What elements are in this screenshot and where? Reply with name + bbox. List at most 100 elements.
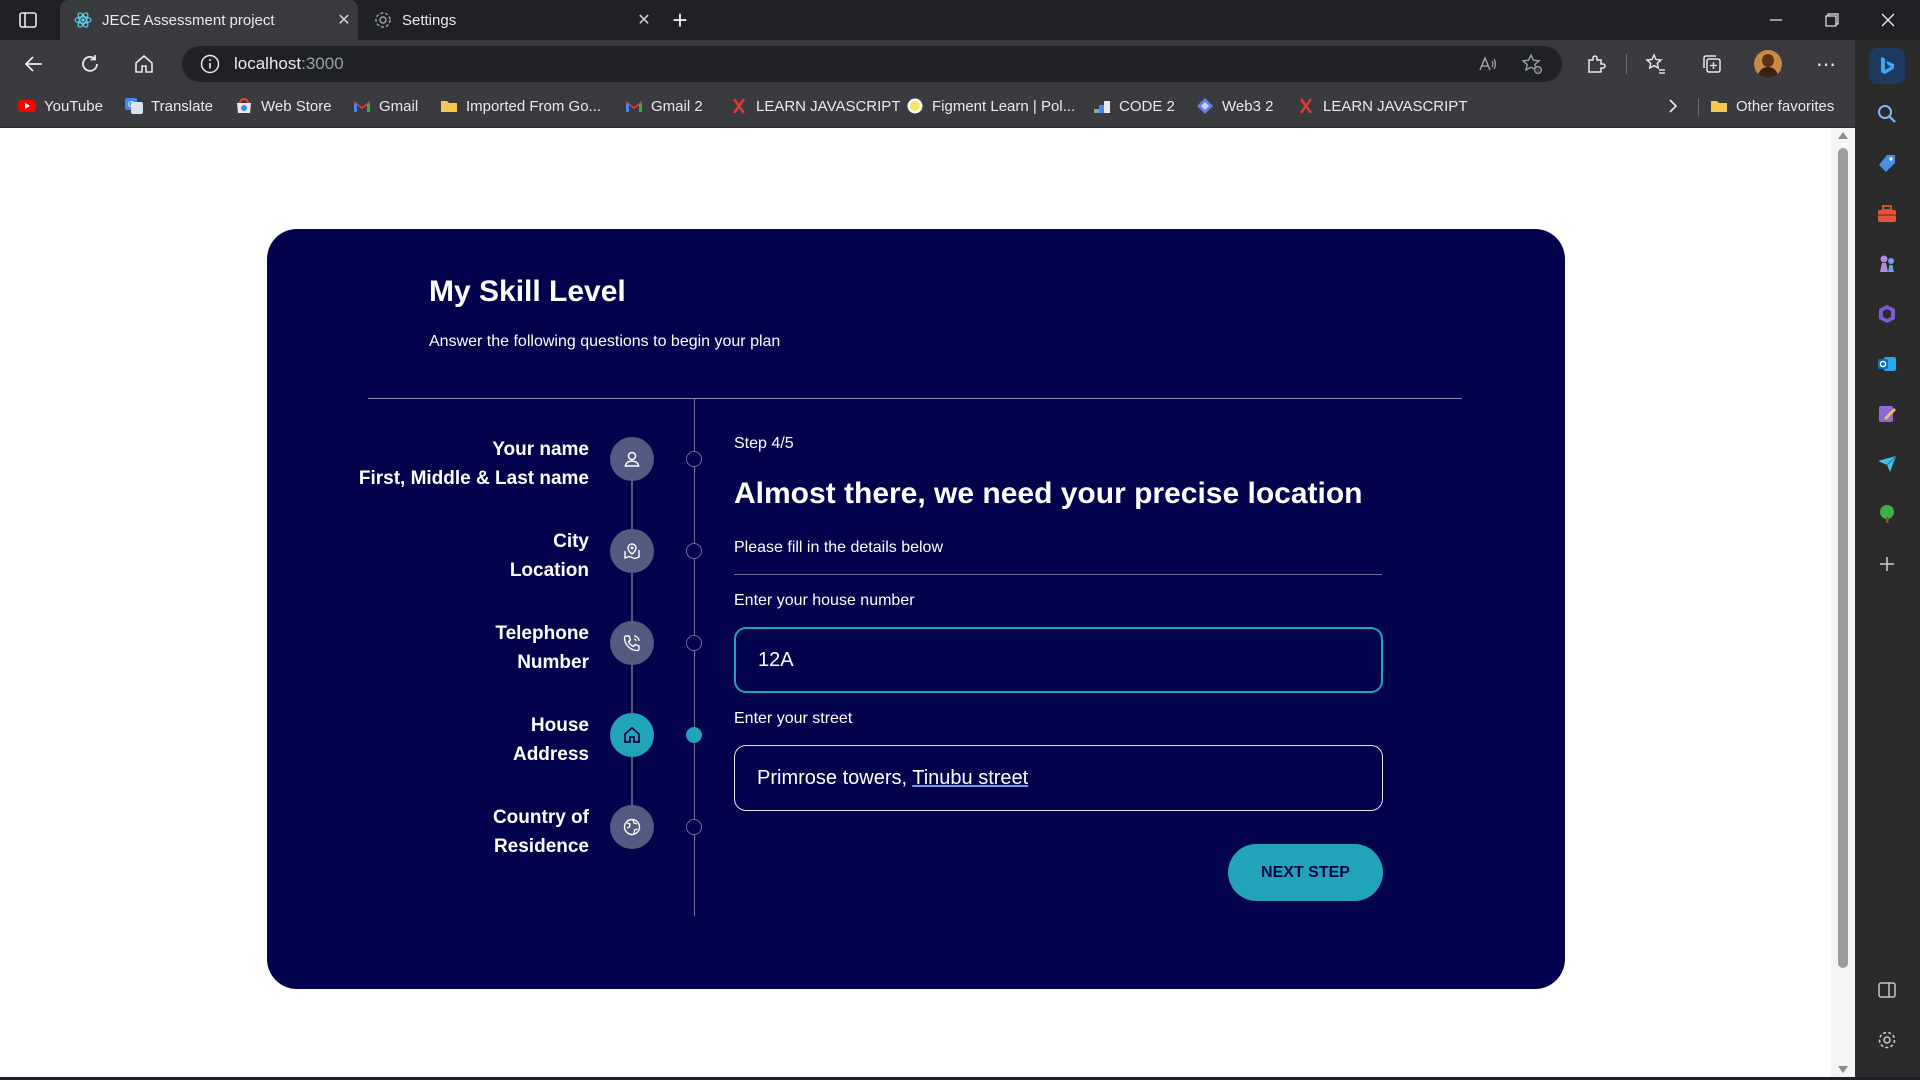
sidebar-designer-button[interactable] — [1873, 400, 1901, 428]
paper-plane-icon — [1878, 455, 1897, 472]
url-bar[interactable]: localhost:3000 — [182, 46, 1562, 82]
step-connector — [631, 757, 633, 809]
info-icon[interactable] — [200, 54, 220, 74]
favorites-bar: YouTube G Translate Web Store Gmail Impo… — [0, 88, 1855, 128]
home-button[interactable] — [128, 48, 160, 80]
sidebar-shopping-button[interactable] — [1873, 150, 1901, 178]
gmail-icon — [626, 101, 642, 112]
favorite-code-2[interactable]: CODE 2 — [1093, 88, 1175, 124]
favorite-gmail[interactable]: Gmail — [353, 88, 418, 124]
restore-icon — [1825, 13, 1839, 27]
minimize-icon — [1770, 19, 1782, 21]
folder-icon — [441, 101, 457, 112]
phone-icon — [623, 635, 640, 652]
tab-close-icon[interactable]: ✕ — [630, 10, 658, 30]
sidebar-add-button[interactable] — [1873, 550, 1901, 578]
close-icon — [1881, 13, 1895, 27]
youtube-icon — [18, 100, 36, 112]
step-connector — [631, 665, 633, 717]
bing-copilot-button[interactable] — [1869, 48, 1905, 84]
sidebar-tree-button[interactable] — [1873, 500, 1901, 528]
step-label-city: City Location — [510, 527, 589, 585]
webstore-icon — [237, 98, 251, 113]
home-icon — [135, 54, 153, 73]
restore-button[interactable] — [1804, 0, 1860, 40]
scroll-down-arrow[interactable] — [1838, 1066, 1848, 1073]
globe-icon — [623, 818, 641, 836]
home-icon — [624, 726, 640, 743]
profile-button[interactable] — [1752, 48, 1784, 80]
back-button[interactable] — [18, 48, 50, 80]
other-favorites-folder[interactable]: Other favorites — [1710, 88, 1834, 124]
sidebar-games-button[interactable] — [1873, 250, 1901, 278]
favorites-separator — [1698, 98, 1699, 116]
shopping-tag-icon — [1879, 155, 1895, 172]
scroll-thumb[interactable] — [1838, 148, 1848, 968]
sidebar-send-button[interactable] — [1873, 450, 1901, 478]
tab-actions-button[interactable] — [18, 10, 38, 30]
sidebar-search-button[interactable] — [1873, 100, 1901, 128]
favorite-web3-2[interactable]: Web3 2 — [1196, 88, 1273, 124]
favorite-translate[interactable]: G Translate — [125, 88, 213, 124]
tab-settings[interactable]: Settings ✕ — [360, 0, 658, 40]
sidebar-m365-button[interactable] — [1873, 300, 1901, 328]
sidebar-tools-button[interactable] — [1873, 200, 1901, 228]
form-divider — [734, 574, 1382, 575]
favorites-button[interactable] — [1640, 48, 1672, 80]
street-label: Enter your street — [734, 710, 853, 727]
more-menu-button[interactable]: ⋯ — [1810, 48, 1842, 80]
card-divider — [368, 398, 1462, 399]
extensions-button[interactable] — [1580, 48, 1612, 80]
favorite-learn-javascript-2[interactable]: LEARN JAVASCRIPT — [1297, 88, 1467, 124]
tab-label: JECE Assessment project — [102, 11, 275, 29]
favorite-youtube[interactable]: YouTube — [18, 88, 103, 124]
gmail-icon — [354, 101, 370, 112]
sidebar-settings-button[interactable] — [1873, 1026, 1901, 1054]
favorite-imported-folder[interactable]: Imported From Go... — [440, 88, 601, 124]
collections-button[interactable] — [1696, 48, 1728, 80]
outlook-icon — [1878, 357, 1896, 371]
toolbar-separator — [1626, 54, 1627, 74]
house-number-label: Enter your house number — [734, 592, 915, 609]
favorite-label: YouTube — [44, 97, 103, 115]
designer-icon — [1879, 406, 1896, 422]
sidebar-outlook-button[interactable] — [1873, 350, 1901, 378]
favorite-figment-learn[interactable]: Figment Learn | Pol... — [906, 88, 1075, 124]
favorite-gmail-2[interactable]: Gmail 2 — [625, 88, 703, 124]
sidebar-hide-button[interactable] — [1873, 976, 1901, 1004]
read-aloud-button[interactable] — [1472, 48, 1504, 80]
scroll-up-arrow[interactable] — [1838, 132, 1848, 139]
refresh-button[interactable] — [74, 48, 106, 80]
street-value-spellcheck: Tinubu street — [912, 766, 1029, 789]
refresh-icon — [82, 55, 98, 72]
sidebar-panel-icon — [1878, 982, 1896, 998]
card-subtitle: Answer the following questions to begin … — [429, 333, 781, 350]
x-icon — [1300, 98, 1312, 114]
favorite-learn-javascript[interactable]: LEARN JAVASCRIPT — [730, 88, 900, 124]
favorite-label: Other favorites — [1736, 97, 1835, 115]
page-scrollbar[interactable] — [1831, 128, 1855, 1080]
gear-icon — [374, 11, 392, 29]
favorites-overflow-button[interactable] — [1666, 88, 1680, 124]
favorite-label: Translate — [151, 97, 213, 115]
tab-jece-assessment[interactable]: JECE Assessment project ✕ — [60, 0, 358, 40]
street-input[interactable]: Primrose towers, Tinubu street — [734, 745, 1383, 811]
step-subtitle: Residence — [493, 836, 589, 857]
step-title: Your name — [492, 439, 589, 460]
favorites-icon — [1645, 53, 1665, 74]
house-number-input[interactable]: 12A — [734, 627, 1383, 693]
tab-close-icon[interactable]: ✕ — [330, 10, 358, 30]
favorite-web-store[interactable]: Web Store — [235, 88, 332, 124]
url-host: localhost — [234, 54, 302, 73]
new-tab-button[interactable]: + — [668, 6, 692, 34]
address-toolbar: localhost:3000 ⋯ — [0, 40, 1920, 88]
minimize-button[interactable] — [1748, 0, 1804, 40]
step-connector — [631, 573, 633, 625]
next-step-button[interactable]: NEXT STEP — [1228, 844, 1383, 901]
step-subtitle: Address — [512, 744, 589, 765]
step-subtitle: Number — [517, 652, 589, 673]
step-subtitle: First, Middle & Last name — [358, 468, 589, 489]
add-favorite-button[interactable] — [1516, 48, 1548, 80]
figment-icon — [907, 98, 923, 114]
close-window-button[interactable] — [1860, 0, 1916, 40]
